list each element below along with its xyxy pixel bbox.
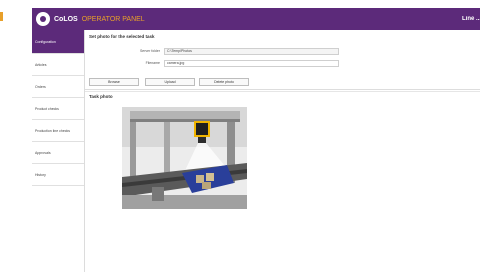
server-folder-row: Server folder: [115, 47, 339, 55]
task-photo-illustration: [122, 107, 247, 209]
operator-panel-window: CoLOS OPERATOR PANEL Line ... Configurat…: [32, 8, 480, 272]
sidebar-item-articles[interactable]: Articles: [32, 54, 84, 76]
browse-button[interactable]: Browse: [89, 78, 139, 86]
brand-name: CoLOS: [54, 15, 78, 23]
edge-marker: [0, 12, 3, 21]
sidebar-item-history[interactable]: History: [32, 164, 84, 186]
sidebar-item-configuration[interactable]: Configuration: [32, 30, 84, 54]
delete-photo-button[interactable]: Delete photo: [199, 78, 249, 86]
filename-input[interactable]: [164, 59, 339, 67]
line-selector[interactable]: Line ...: [462, 16, 480, 22]
server-folder-label: Server folder: [139, 49, 160, 53]
filename-row: Filename: [115, 59, 339, 67]
brand-subtitle: OPERATOR PANEL: [81, 15, 145, 23]
sidebar-item-product-checks[interactable]: Product checks: [32, 98, 84, 120]
main-content: Set photo for the selected task Server f…: [85, 30, 480, 272]
sidebar-item-orders[interactable]: Orders: [32, 76, 84, 98]
sidebar: Configuration Articles Orders Product ch…: [32, 30, 85, 272]
brand-title: CoLOS OPERATOR PANEL: [54, 16, 145, 23]
server-folder-input[interactable]: [164, 47, 339, 55]
sidebar-item-production-line-checks[interactable]: Production line checks: [32, 120, 84, 142]
upload-button[interactable]: Upload: [145, 78, 195, 86]
task-photo-title: Task photo: [89, 94, 113, 99]
top-bar: CoLOS OPERATOR PANEL Line ...: [32, 8, 480, 30]
divider: [85, 89, 480, 90]
filename-label: Filename: [145, 61, 160, 65]
colos-logo-icon: [36, 12, 50, 26]
task-photo-image: [122, 107, 247, 209]
sidebar-item-approvals[interactable]: Approvals: [32, 142, 84, 164]
section-title: Set photo for the selected task: [89, 34, 155, 39]
